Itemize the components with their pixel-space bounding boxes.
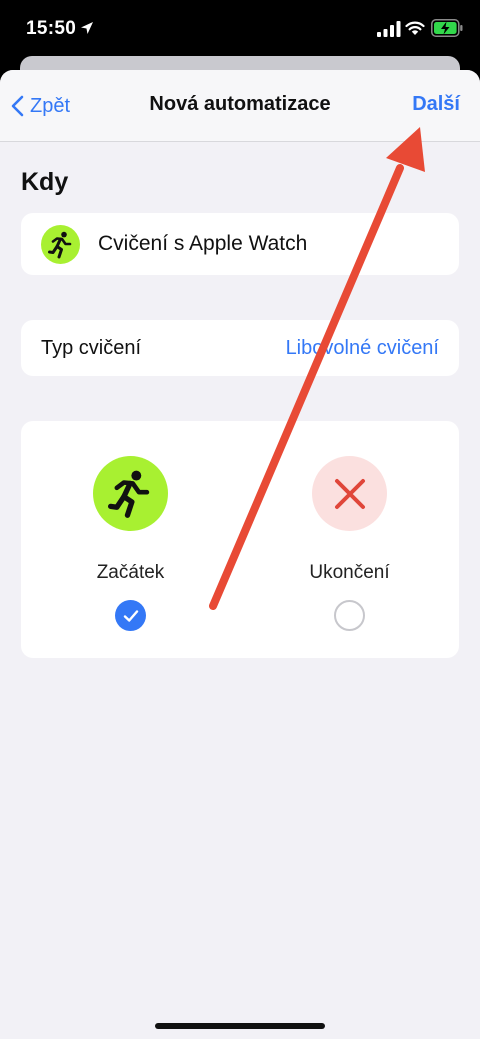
checkmark-icon	[123, 609, 138, 622]
workout-type-value[interactable]: Libovolné cvičení	[286, 337, 439, 360]
section-title-when: Kdy	[21, 168, 69, 196]
running-figure-icon	[93, 456, 168, 531]
start-end-options: Začátek Ukončení	[21, 421, 459, 658]
status-bar: 15:50	[0, 0, 480, 62]
workout-type-row[interactable]: Typ cvičení Libovolné cvičení	[21, 320, 459, 376]
cellular-signal-icon	[377, 21, 401, 37]
workout-type-label: Typ cvičení	[41, 337, 142, 359]
close-x-icon	[312, 456, 387, 531]
wifi-icon	[405, 21, 425, 35]
page-title: Nová automatizace	[149, 93, 331, 115]
battery-charging-icon	[431, 19, 463, 37]
status-time: 15:50	[26, 18, 77, 39]
option-end-label: Ukončení	[309, 562, 390, 583]
trigger-label: Cvičení s Apple Watch	[98, 232, 308, 255]
option-end[interactable]: Ukončení	[240, 421, 459, 658]
navigation-bar: Zpět Nová automatizace Další	[0, 70, 480, 142]
option-start-label: Začátek	[96, 562, 165, 583]
home-indicator	[155, 1023, 325, 1029]
automation-sheet: Zpět Nová automatizace Další Kdy Cvičení…	[0, 70, 480, 1039]
option-start-radio[interactable]	[115, 600, 146, 631]
trigger-row[interactable]: Cvičení s Apple Watch	[21, 213, 459, 275]
location-arrow-icon	[81, 22, 93, 34]
next-button[interactable]: Další	[412, 93, 460, 116]
option-start[interactable]: Začátek	[21, 421, 240, 658]
running-figure-icon	[41, 225, 80, 264]
option-end-radio[interactable]	[334, 600, 365, 631]
